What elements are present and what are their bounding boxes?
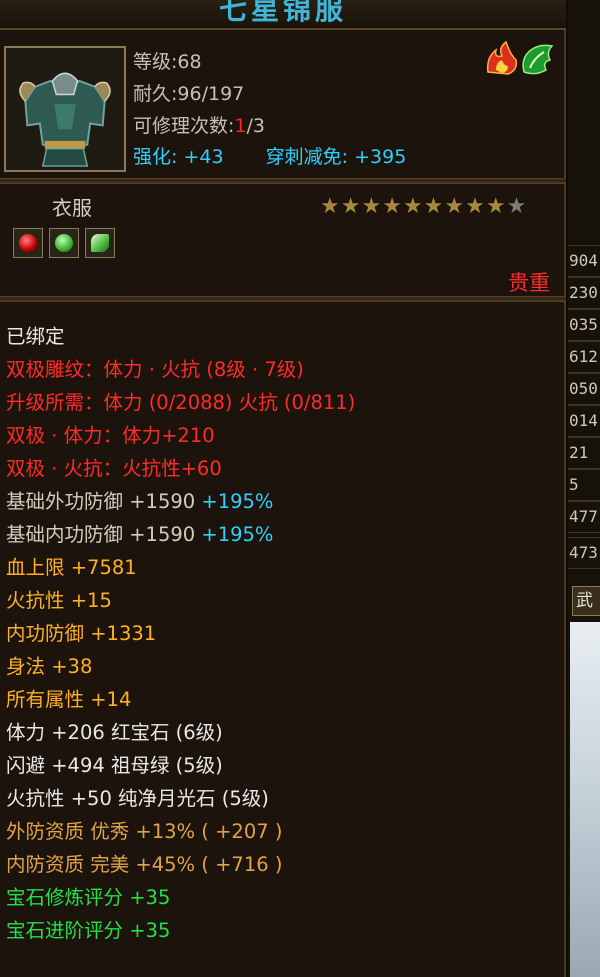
enhance-label: 强化: xyxy=(133,146,178,168)
side-value: 230 xyxy=(568,277,600,309)
side-value: 477 xyxy=(568,501,600,533)
attribute-agility: 身法 +38 xyxy=(6,655,93,678)
side-value: 050 xyxy=(568,373,600,405)
attribute-hp: 血上限 +7581 xyxy=(6,556,137,579)
side-value: 5 xyxy=(568,469,600,501)
base-outer-defense-label: 基础外功防御 +1590 xyxy=(6,490,196,513)
star-filled-icon: ★ xyxy=(340,194,361,219)
enhance-value: +43 xyxy=(183,146,224,168)
gem-slot-moonstone[interactable] xyxy=(85,228,115,258)
carving-stamina-line: 双极 · 体力：体力+210 xyxy=(6,424,215,447)
enhance-line: 强化: +43 穿刺减免: +395 xyxy=(133,142,406,169)
bound-status: 已绑定 xyxy=(6,325,65,348)
quality-outer: 外防资质 优秀 +13% ( +207 ) xyxy=(6,820,283,843)
item-tooltip: 七星锦服 等级:68 耐久:96/197 可修理次数:1/3 强化: +43 穿… xyxy=(0,0,566,977)
armor-portrait-icon xyxy=(4,46,126,172)
title-bar: 七星锦服 xyxy=(0,0,566,30)
emerald-gem-icon xyxy=(55,234,73,252)
star-filled-icon: ★ xyxy=(361,194,382,219)
attribute-inner-defense: 内功防御 +1331 xyxy=(6,622,157,645)
property-list: 已绑定 双极雕纹：体力 · 火抗 (8级 · 7级) 升级所需：体力 (0/20… xyxy=(6,320,355,947)
background-scene xyxy=(570,622,600,977)
upgrade-requirement-line: 升级所需：体力 (0/2088) 火抗 (0/811) xyxy=(6,391,356,414)
side-value: 014 xyxy=(568,405,600,437)
score-gem-advance: 宝石进阶评分 +35 xyxy=(6,919,171,942)
star-filled-icon: ★ xyxy=(382,194,402,219)
pierce-label: 穿刺减免: xyxy=(265,146,349,168)
gem-slot-emerald[interactable] xyxy=(49,228,79,258)
moonstone-gem-icon xyxy=(91,234,109,252)
repair-line: 可修理次数:1/3 xyxy=(133,111,265,138)
repair-used: 1 xyxy=(234,115,247,137)
star-filled-icon: ★ xyxy=(402,194,423,219)
gem-slot-ruby[interactable] xyxy=(13,228,43,258)
repair-label: 可修理次数: xyxy=(133,115,235,137)
side-value: 904 xyxy=(568,245,600,277)
carving-fire-line: 双极 · 火抗：火抗性+60 xyxy=(6,457,222,480)
attribute-all-stats: 所有属性 +14 xyxy=(6,688,132,711)
side-tab-button[interactable]: 武 xyxy=(572,586,600,616)
star-filled-icon: ★ xyxy=(423,194,444,219)
header-divider xyxy=(0,178,566,184)
ruby-gem-icon xyxy=(19,234,37,252)
star-rating: ★ ★ ★ ★ ★ ★ ★ ★ ★ ★ xyxy=(320,195,526,219)
pierce-value: +395 xyxy=(354,146,407,168)
gem-slots xyxy=(13,228,115,258)
base-outer-defense-bonus: +195% xyxy=(201,490,274,513)
side-value: 473 xyxy=(568,537,600,569)
carving-line: 双极雕纹：体力 · 火抗 (8级 · 7级) xyxy=(6,358,304,381)
background-stat-panel: 904 230 035 612 050 014 21 5 477 473 武 xyxy=(568,0,600,977)
gem-line-ruby: 体力 +206 红宝石 (6级) xyxy=(6,721,223,744)
star-filled-icon: ★ xyxy=(485,194,506,219)
fire-element-icon xyxy=(486,40,518,75)
level-line: 等级:68 xyxy=(133,51,202,73)
side-value: 035 xyxy=(568,309,600,341)
gem-line-moonstone: 火抗性 +50 纯净月光石 (5级) xyxy=(6,787,269,810)
gem-line-emerald: 闪避 +494 祖母绿 (5级) xyxy=(6,754,223,777)
star-empty-icon: ★ xyxy=(506,194,527,219)
durability-line: 耐久:96/197 xyxy=(133,83,245,105)
slot-name: 衣服 xyxy=(52,196,92,220)
rarity-label: 贵重 xyxy=(508,271,550,295)
score-gem-refine: 宝石修炼评分 +35 xyxy=(6,886,171,909)
star-filled-icon: ★ xyxy=(465,194,485,219)
element-icons xyxy=(484,40,556,76)
attribute-fire-resist: 火抗性 +15 xyxy=(6,589,112,612)
star-filled-icon: ★ xyxy=(444,194,465,219)
side-value: 21 xyxy=(568,437,600,469)
base-outer-defense-line: 基础外功防御 +1590 +195% xyxy=(6,485,355,518)
repair-total: /3 xyxy=(246,115,266,137)
star-filled-icon: ★ xyxy=(320,194,340,219)
item-title: 七星锦服 xyxy=(218,0,347,26)
side-value: 612 xyxy=(568,341,600,373)
base-inner-defense-line: 基础内功防御 +1590 +195% xyxy=(6,518,355,551)
base-inner-defense-bonus: +195% xyxy=(201,523,274,546)
body-divider xyxy=(0,296,566,302)
wood-element-icon xyxy=(522,44,554,75)
quality-inner: 内防资质 完美 +45% ( +716 ) xyxy=(6,853,283,876)
base-inner-defense-label: 基础内功防御 +1590 xyxy=(6,523,196,546)
